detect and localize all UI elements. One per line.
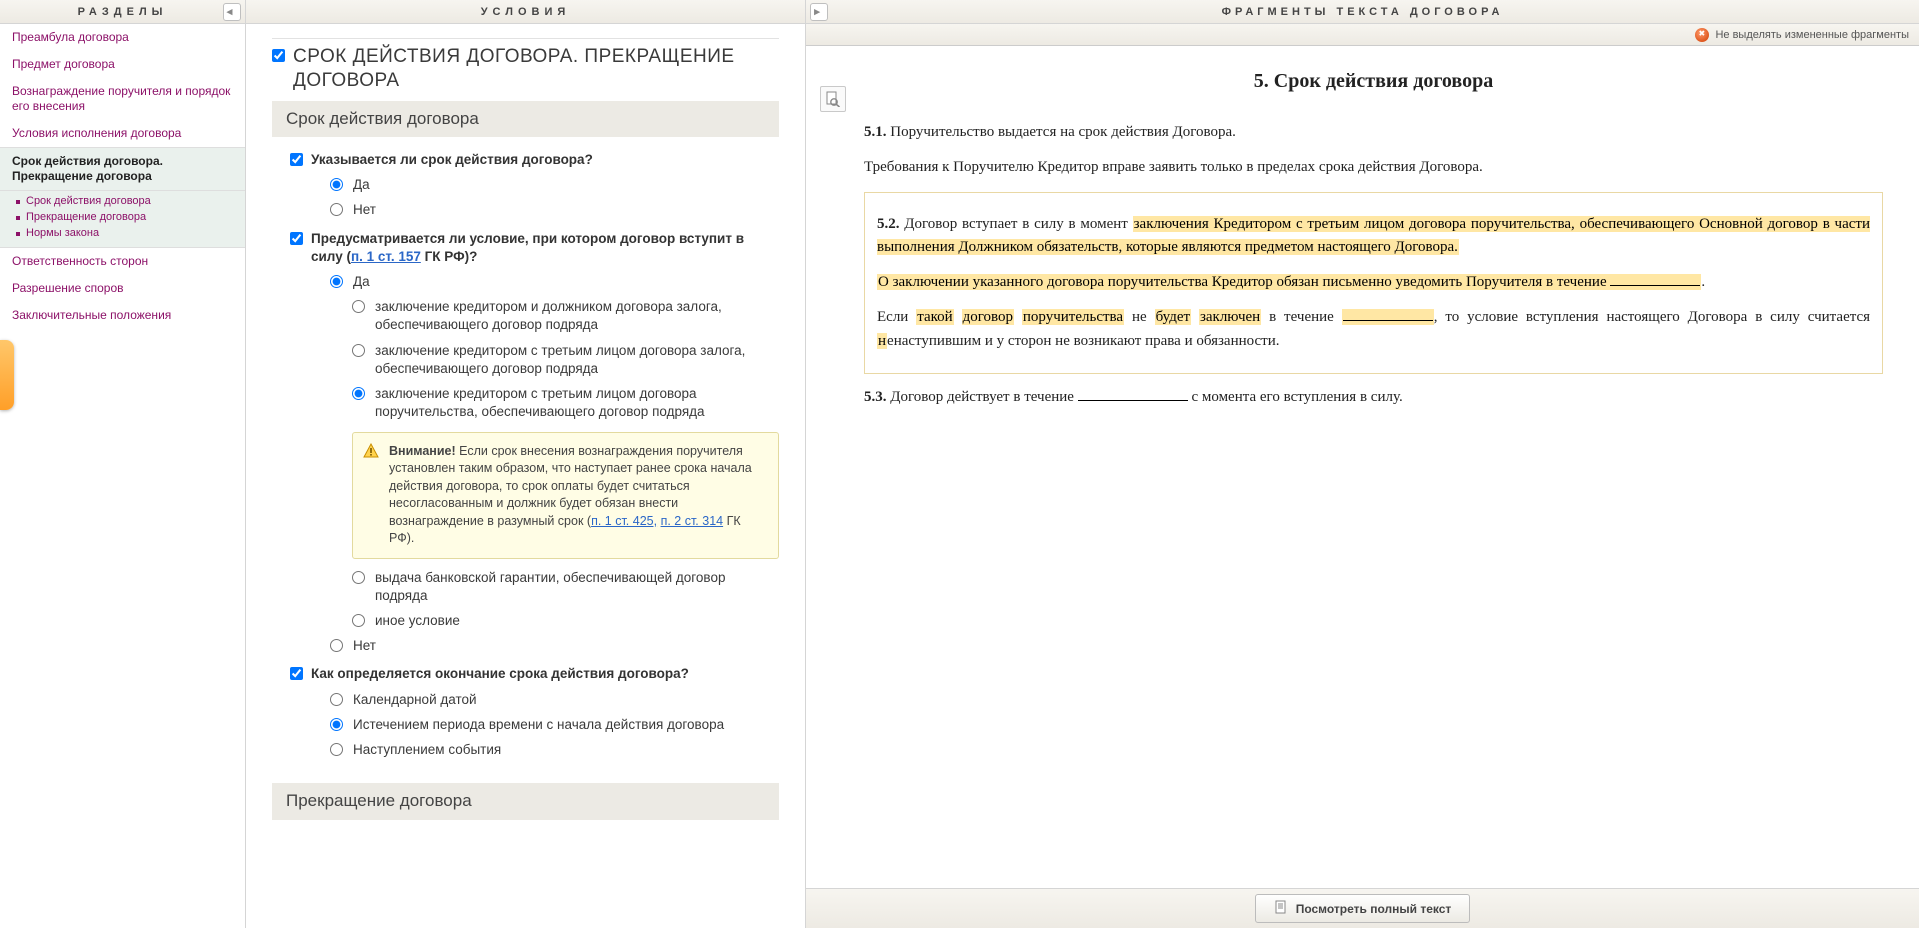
q2-subopt-label: заключение кредитором с третьим лицом до… bbox=[375, 342, 779, 378]
subsection-title-2: Прекращение договора bbox=[272, 783, 779, 819]
document-area[interactable]: 5. Срок действия договора 5.1. Поручител… bbox=[806, 46, 1919, 888]
q2-subopt-label: выдача банковской гарантии, обеспечивающ… bbox=[375, 569, 779, 605]
page-icon bbox=[1274, 900, 1288, 917]
nav-item[interactable]: Ответственность сторон bbox=[0, 248, 245, 275]
highlight: договор bbox=[962, 309, 1014, 325]
note-link-1[interactable]: п. 1 ст. 425, bbox=[591, 514, 657, 528]
subnav-item[interactable]: Срок действия договора bbox=[26, 193, 245, 209]
highlight: О заключении указанного договора поручит… bbox=[877, 274, 1701, 290]
doc-para-52: 5.2. Договор вступает в силу в момент за… bbox=[877, 213, 1870, 260]
nav-item[interactable]: Разрешение споров bbox=[0, 275, 245, 302]
subnav: Срок действия договора Прекращение догов… bbox=[0, 191, 245, 248]
q1-opt-yes[interactable] bbox=[330, 178, 343, 191]
section-checkbox[interactable] bbox=[272, 49, 285, 62]
nav-item[interactable]: Условия исполнения договора bbox=[0, 120, 245, 147]
q3-opt[interactable] bbox=[330, 718, 343, 731]
q2-subopt-label: заключение кредитором с третьим лицом до… bbox=[375, 385, 779, 421]
q1-opt-label: Да bbox=[353, 176, 370, 194]
conditions-body[interactable]: СРОК ДЕЙСТВИЯ ДОГОВОРА. ПРЕКРАЩЕНИЕ ДОГО… bbox=[246, 24, 805, 928]
q2-opt-no[interactable] bbox=[330, 639, 343, 652]
subsection-title: Срок действия договора bbox=[272, 101, 779, 137]
warning-note: Внимание! Если срок внесения вознагражде… bbox=[352, 432, 779, 559]
doc-title: 5. Срок действия договора bbox=[864, 66, 1883, 97]
sidebar-header: РАЗДЕЛЫ ◂ bbox=[0, 0, 245, 24]
blank-field[interactable] bbox=[1610, 285, 1700, 286]
sidebar: РАЗДЕЛЫ ◂ Преамбула договора Предмет дог… bbox=[0, 0, 246, 928]
q2-subopt[interactable] bbox=[352, 571, 365, 584]
q2-checkbox[interactable] bbox=[290, 232, 303, 245]
note-link-2[interactable]: п. 2 ст. 314 bbox=[661, 514, 724, 528]
q2-opt-label: Нет bbox=[353, 637, 376, 655]
middle-header: УСЛОВИЯ bbox=[246, 0, 805, 24]
highlight-box: 5.2. Договор вступает в силу в момент за… bbox=[864, 192, 1883, 374]
q3-opt-label: Календарной датой bbox=[353, 691, 477, 709]
q3-opt-label: Истечением периода времени с начала дейс… bbox=[353, 716, 724, 734]
q2-opt-label: Да bbox=[353, 273, 370, 291]
highlight bbox=[1342, 309, 1434, 325]
bottom-bar: Посмотреть полный текст bbox=[806, 888, 1919, 928]
q2-subopt[interactable] bbox=[352, 614, 365, 627]
q2-text: Предусматривается ли условие, при которо… bbox=[311, 230, 779, 266]
q1-text: Указывается ли срок действия договора? bbox=[311, 151, 593, 169]
doc-para-52c: Если такой договор поручительства не буд… bbox=[877, 306, 1870, 353]
nav-item-active[interactable]: Срок действия договора. Прекращение дого… bbox=[0, 147, 245, 191]
doc-para-53: 5.3. Договор действует в течение с момен… bbox=[864, 386, 1883, 409]
highlight: поручительства bbox=[1022, 309, 1124, 325]
nav-item[interactable]: Предмет договора bbox=[0, 51, 245, 78]
drawer-tab-icon[interactable] bbox=[0, 340, 14, 410]
section-title: СРОК ДЕЙСТВИЯ ДОГОВОРА. ПРЕКРАЩЕНИЕ ДОГО… bbox=[293, 45, 779, 93]
fragments-panel: ▸ ФРАГМЕНТЫ ТЕКСТА ДОГОВОРА Не выделять … bbox=[806, 0, 1919, 928]
q3-text: Как определяется окончание срока действи… bbox=[311, 665, 689, 683]
q2-subopt-label: иное условие bbox=[375, 612, 460, 630]
q2-link[interactable]: п. 1 ст. 157 bbox=[351, 249, 421, 264]
blank-field[interactable] bbox=[1343, 320, 1433, 321]
conditions-panel: УСЛОВИЯ СРОК ДЕЙСТВИЯ ДОГОВОРА. ПРЕКРАЩЕ… bbox=[246, 0, 806, 928]
sidebar-nav: Преамбула договора Предмет договора Возн… bbox=[0, 24, 245, 928]
highlight: н bbox=[877, 333, 887, 349]
q1-checkbox[interactable] bbox=[290, 153, 303, 166]
q3-opt-label: Наступлением события bbox=[353, 741, 501, 759]
q3-checkbox[interactable] bbox=[290, 667, 303, 680]
view-full-label: Посмотреть полный текст bbox=[1296, 902, 1452, 916]
right-toolbar: Не выделять измененные фрагменты bbox=[806, 24, 1919, 46]
q1-opt-label: Нет bbox=[353, 201, 376, 219]
q2-opt-yes[interactable] bbox=[330, 275, 343, 288]
middle-title: УСЛОВИЯ bbox=[481, 6, 571, 18]
warning-bold: Внимание! bbox=[389, 444, 456, 458]
q3-opt[interactable] bbox=[330, 693, 343, 706]
doc-para-51: 5.1. Поручительство выдается на срок дей… bbox=[864, 121, 1883, 144]
q2-subopt-selected[interactable] bbox=[352, 387, 365, 400]
nav-item[interactable]: Вознаграждение поручителя и порядок его … bbox=[0, 78, 245, 120]
highlight: будет bbox=[1155, 309, 1191, 325]
blank-field[interactable] bbox=[1078, 400, 1188, 401]
no-highlight-label: Не выделять измененные фрагменты bbox=[1715, 29, 1909, 41]
highlight: такой bbox=[916, 309, 953, 325]
view-full-text-button[interactable]: Посмотреть полный текст bbox=[1255, 894, 1471, 923]
subnav-item[interactable]: Нормы закона bbox=[26, 225, 245, 241]
q2-subopt-label: заключение кредитором и должником догово… bbox=[375, 298, 779, 334]
collapse-sidebar-icon[interactable]: ◂ bbox=[223, 3, 241, 21]
subnav-item[interactable]: Прекращение договора bbox=[26, 209, 245, 225]
right-title: ФРАГМЕНТЫ ТЕКСТА ДОГОВОРА bbox=[1222, 6, 1504, 18]
doc-para-req: Требования к Поручителю Кредитор вправе … bbox=[864, 156, 1883, 179]
doc-para-52b: О заключении указанного договора поручит… bbox=[877, 271, 1870, 294]
q1-opt-no[interactable] bbox=[330, 203, 343, 216]
highlight: заключен bbox=[1199, 309, 1261, 325]
collapse-right-icon[interactable]: ▸ bbox=[810, 3, 828, 21]
no-highlight-button[interactable]: Не выделять измененные фрагменты bbox=[1695, 28, 1909, 42]
warning-icon bbox=[363, 443, 379, 459]
q3-opt[interactable] bbox=[330, 743, 343, 756]
nav-item[interactable]: Заключительные положения bbox=[0, 302, 245, 329]
sidebar-title: РАЗДЕЛЫ bbox=[78, 6, 168, 18]
nav-item[interactable]: Преамбула договора bbox=[0, 24, 245, 51]
q2-subopt[interactable] bbox=[352, 344, 365, 357]
right-header: ▸ ФРАГМЕНТЫ ТЕКСТА ДОГОВОРА bbox=[806, 0, 1919, 24]
q2-subopt[interactable] bbox=[352, 300, 365, 313]
no-highlight-icon bbox=[1695, 28, 1709, 42]
